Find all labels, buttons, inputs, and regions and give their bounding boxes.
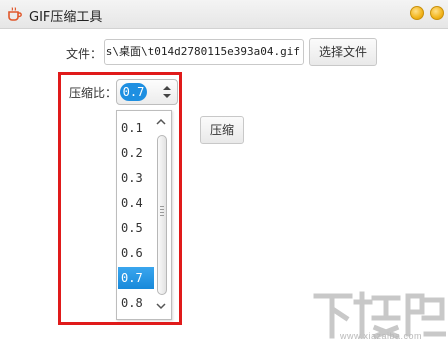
close-button[interactable] [430,6,444,20]
file-path-value: …ols\桌面\t014d2780115e393a04.gif [104,45,300,58]
compress-button[interactable]: 压缩 [200,116,244,144]
coffee-cup-icon [8,7,22,21]
list-option[interactable]: 0.6 [118,242,154,264]
watermark-url: www.xiazaiba.com [340,331,423,341]
scrollbar-thumb[interactable] [157,135,167,295]
list-option[interactable]: 0.8 [118,292,154,314]
up-down-arrows-icon [163,86,171,98]
ratio-dropdown-list[interactable]: 0.1 0.2 0.3 0.4 0.5 0.6 0.7 0.8 [116,110,172,320]
title-bar: GIF压缩工具 [0,0,448,29]
list-option[interactable]: 0.5 [118,217,154,239]
file-path-input[interactable]: …ols\桌面\t014d2780115e393a04.gif [104,39,304,65]
ratio-select[interactable]: 0.7 [116,79,178,105]
scroll-down-icon[interactable] [155,301,167,311]
scroll-up-icon[interactable] [155,117,167,127]
list-option[interactable]: 0.1 [118,117,154,139]
file-label: 文件： [66,47,103,61]
choose-file-button[interactable]: 选择文件 [309,38,377,66]
minimize-button[interactable] [410,6,424,20]
list-option[interactable]: 0.4 [118,192,154,214]
ratio-label: 压缩比： [69,86,118,100]
list-option[interactable]: 0.3 [118,167,154,189]
ratio-selected-value: 0.7 [120,83,147,101]
list-option[interactable]: 0.2 [118,142,154,164]
window-title: GIF压缩工具 [29,10,103,25]
app-window: GIF压缩工具 文件： …ols\桌面\t014d2780115e393a04.… [0,0,448,345]
list-option-selected[interactable]: 0.7 [118,267,154,289]
